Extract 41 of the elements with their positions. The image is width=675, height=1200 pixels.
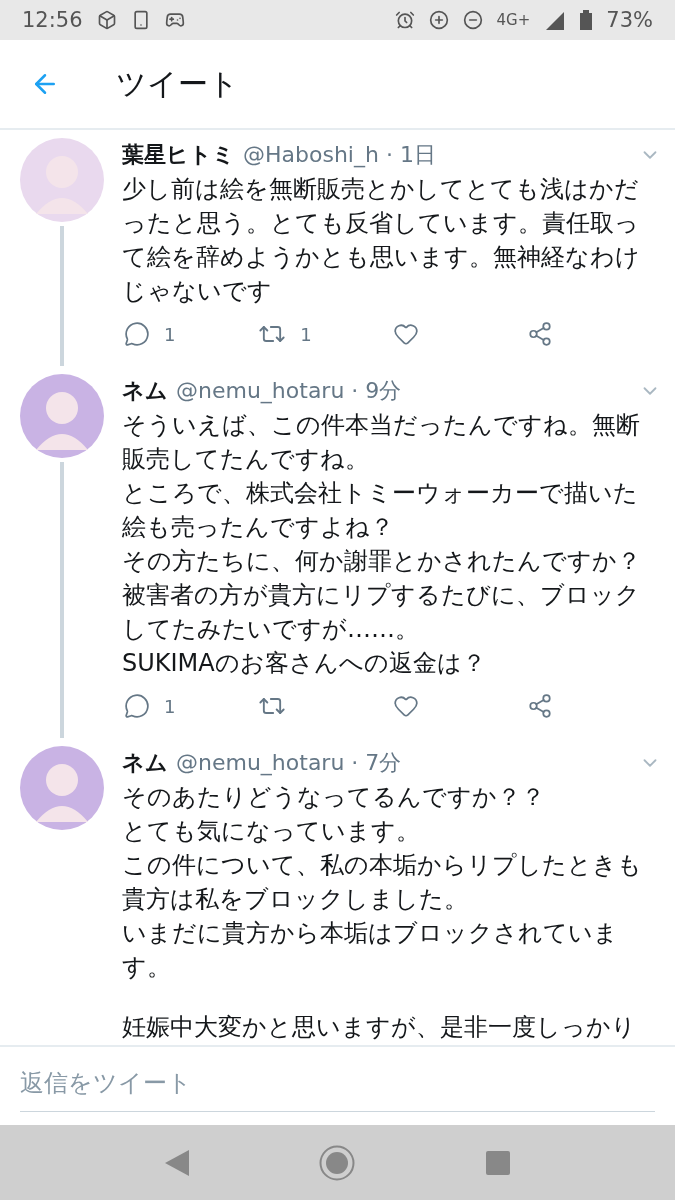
author-name: 葉星ヒトミ <box>122 141 235 169</box>
author-name: ネム <box>122 377 168 405</box>
tweet-text: この件について、私の本垢からリプしたときも貴方は私をブロックしました。 <box>122 850 643 915</box>
avatar[interactable] <box>20 374 104 458</box>
tweet-text: ところで、株式会社トミーウォーカーで描いた絵も売ったんですよね？ <box>122 478 639 543</box>
share-icon[interactable] <box>526 321 553 347</box>
home-nav-icon[interactable] <box>319 1144 356 1181</box>
reply-count: 1 <box>164 323 176 345</box>
back-nav-icon[interactable] <box>165 1149 190 1176</box>
retweet-count: 1 <box>300 323 312 345</box>
tweet-text: 被害者の方が貴方にリプするたびに、ブロックしてたみたいですが……。 <box>122 580 641 645</box>
tweet-text: いまだに貴方から本垢はブロックされています。 <box>122 918 619 983</box>
battery-percent: 73% <box>606 8 653 32</box>
tweet-text: 妊娠中大変かと思いますが、是非一度しっかり <box>122 1012 637 1043</box>
tweet-text: その方たちに、何か謝罪とかされたんですか？ <box>122 546 642 577</box>
heart-icon[interactable] <box>392 321 419 347</box>
author-handle: @Haboshi_h · 1日 <box>243 141 437 170</box>
reply-icon[interactable] <box>124 321 150 347</box>
reply-count: 1 <box>164 695 176 717</box>
battery-icon <box>580 10 593 30</box>
heart-icon[interactable] <box>392 693 419 719</box>
author-handle: @nemu_hotaru · 9分 <box>176 377 403 406</box>
avatar[interactable] <box>20 746 104 830</box>
alarm-icon <box>394 10 415 30</box>
tweet-text: 少し前は絵を無断販売とかしてとても浅はかだったと思う。とても反省しています。責任取って絵を辞めようかとも思います。無神経なわけじゃないです <box>122 174 641 307</box>
cube-icon <box>96 10 117 30</box>
do-not-disturb-icon <box>462 10 483 30</box>
tweet-text: そのあたりどうなってるんですか？？ <box>122 782 546 813</box>
reply-icon[interactable] <box>124 693 150 719</box>
signal-icon <box>544 10 567 30</box>
clock-time: 12:56 <box>22 8 83 32</box>
author-name: ネム <box>122 749 168 777</box>
page-title: ツイート <box>116 64 239 103</box>
tweet-text: SUKIMAのお客さんへの返金は？ <box>122 648 487 679</box>
recents-nav-icon[interactable] <box>485 1150 510 1175</box>
tweet-text: そういえば、この件本当だったんですね。無断販売してたんですね。 <box>122 410 641 475</box>
share-icon[interactable] <box>526 693 553 719</box>
network-type: 4G+ <box>496 11 531 29</box>
gamepad-icon <box>164 10 185 30</box>
author-handle: @nemu_hotaru · 7分 <box>176 749 403 778</box>
tweet-text: とても気になっています。 <box>122 816 421 847</box>
